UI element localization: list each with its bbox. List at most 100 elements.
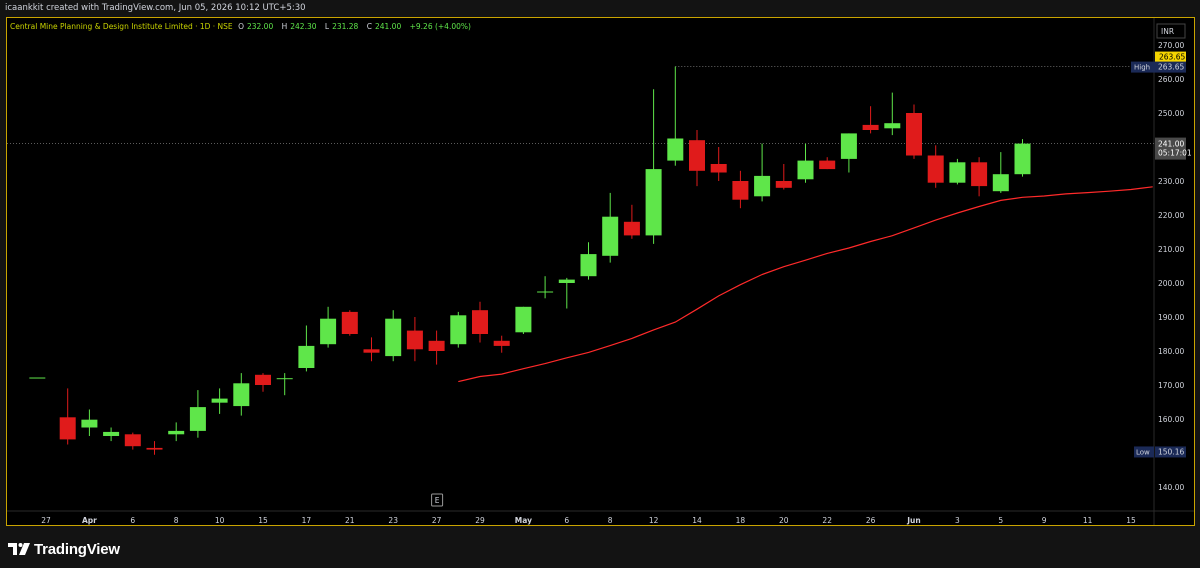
x-tick-label: 15	[258, 516, 268, 525]
brand-name: TradingView	[34, 540, 120, 558]
candle-body	[211, 398, 228, 403]
x-tick-label: 18	[736, 516, 746, 525]
candle-body	[558, 279, 575, 283]
x-tick-label: 27	[432, 516, 442, 525]
candle-body	[124, 434, 141, 447]
x-tick-label: 8	[608, 516, 613, 525]
x-tick-label: 17	[302, 516, 312, 525]
x-tick-label: 20	[779, 516, 789, 525]
x-tick-label: 29	[475, 516, 485, 525]
x-tick-label: 23	[388, 516, 398, 525]
x-tick-label: 9	[1042, 516, 1047, 525]
candle-body	[493, 340, 510, 346]
x-tick-label: 10	[215, 516, 225, 525]
high-value-axis-text: 263.65	[1158, 63, 1184, 72]
candle-body	[276, 378, 293, 380]
candle-body	[233, 383, 250, 407]
x-tick-label: 3	[955, 516, 960, 525]
candle-body	[189, 407, 206, 431]
candle-body	[103, 431, 120, 436]
candle-body	[363, 349, 380, 353]
x-tick-label: 27	[41, 516, 51, 525]
candle-body	[884, 123, 901, 129]
candle-body	[797, 160, 814, 180]
x-tick-label: 22	[822, 516, 832, 525]
open-label: O	[238, 22, 244, 31]
y-tick-label: 250.00	[1158, 109, 1184, 118]
low-value-text: 150.16	[1158, 447, 1184, 456]
y-tick-label: 190.00	[1158, 313, 1184, 322]
candle-body	[472, 310, 488, 334]
y-tick-label: 200.00	[1158, 279, 1184, 288]
currency-label: INR	[1161, 27, 1174, 36]
candle-body	[168, 430, 185, 435]
candle-body	[840, 133, 857, 159]
low-label-text: Low	[1136, 448, 1150, 456]
countdown-text: 05:17:01	[1158, 149, 1192, 158]
candle-body	[428, 340, 445, 351]
symbol-name[interactable]: Central Mine Planning & Design Institute…	[10, 22, 233, 31]
candle-body	[298, 345, 315, 368]
candle-body	[949, 162, 966, 183]
high-label-text: High	[1134, 64, 1150, 72]
high-value-badge-text: 263.65	[1159, 53, 1185, 62]
candle-body	[341, 311, 358, 334]
candle-body	[602, 216, 619, 256]
low-label: L	[324, 22, 330, 31]
tradingview-logo-icon	[8, 543, 30, 555]
symbol-legend[interactable]: Central Mine Planning & Design Institute…	[10, 22, 474, 31]
candle-body	[320, 318, 337, 345]
footer-bar	[0, 526, 1200, 568]
candle-body	[81, 419, 98, 428]
candle-body	[710, 164, 727, 173]
x-tick-label: 6	[130, 516, 135, 525]
last-price-text: 241.00	[1158, 140, 1184, 149]
candle-body	[906, 113, 922, 156]
high-label: H	[281, 22, 288, 31]
candle-body	[971, 162, 988, 187]
x-tick-label: 26	[866, 516, 876, 525]
change-value: +9.26 (+4.00%)	[409, 22, 471, 31]
candle-body	[450, 315, 467, 345]
x-tick-label: 12	[649, 516, 659, 525]
y-tick-label: 170.00	[1158, 381, 1184, 390]
candle-body	[1014, 143, 1031, 175]
candle-body	[992, 174, 1009, 192]
candle-body	[623, 221, 640, 236]
close-label: C	[366, 22, 372, 31]
brand[interactable]: TradingView	[8, 540, 120, 558]
y-tick-label: 210.00	[1158, 245, 1184, 254]
candle-body	[645, 169, 662, 236]
candlestick-chart[interactable]: INR270.00260.00250.00240.00230.00220.002…	[0, 0, 1200, 568]
candle-body	[689, 140, 705, 171]
y-tick-label: 160.00	[1158, 415, 1184, 424]
candle-body	[580, 254, 597, 277]
x-tick-label: 14	[692, 516, 702, 525]
x-tick-label: 6	[564, 516, 569, 525]
y-tick-label: 270.00	[1158, 41, 1184, 50]
candle-body	[146, 447, 163, 450]
x-tick-label: May	[515, 516, 532, 525]
candle-body	[537, 291, 554, 293]
candle-body	[385, 318, 402, 357]
candle-body	[255, 374, 271, 385]
candle-body	[927, 155, 944, 183]
event-marker-label: E	[435, 496, 440, 505]
high-value: 242.30	[290, 22, 317, 31]
y-tick-label: 260.00	[1158, 75, 1184, 84]
low-value: 231.28	[332, 22, 359, 31]
candle-body	[732, 181, 749, 200]
candle-body	[406, 330, 423, 350]
y-tick-label: 180.00	[1158, 347, 1184, 356]
candle-body	[29, 377, 46, 379]
candle-body	[819, 160, 836, 170]
moving-average-line	[458, 186, 1153, 383]
x-tick-label: 11	[1083, 516, 1093, 525]
x-tick-label: 21	[345, 516, 355, 525]
candle-body	[775, 181, 792, 188]
y-tick-label: 140.00	[1158, 483, 1184, 492]
candle-body	[667, 138, 684, 161]
open-value: 232.00	[246, 22, 274, 31]
candle-body	[754, 175, 771, 197]
close-value: 241.00	[374, 22, 402, 31]
